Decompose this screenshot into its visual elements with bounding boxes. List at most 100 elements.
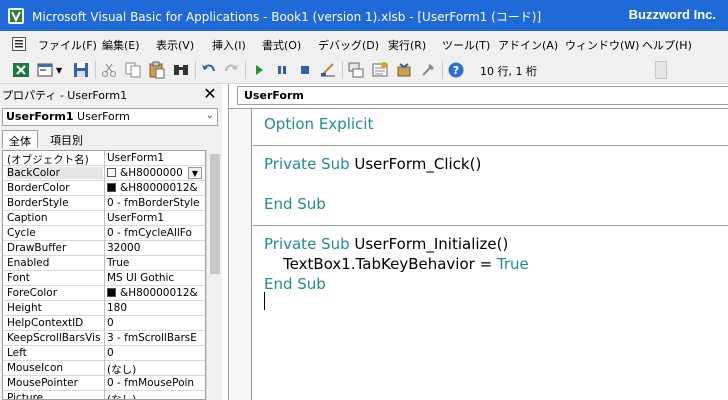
menu-help[interactable]: ヘルプ(H) (642, 37, 692, 53)
menu-tools[interactable]: ツール(T) (442, 37, 490, 53)
property-value[interactable]: 32000 (107, 242, 203, 254)
find-icon[interactable] (172, 61, 190, 79)
code-line[interactable]: TextBox1.TabKeyBehavior = True (264, 255, 529, 273)
column-divider (104, 241, 105, 256)
code-line[interactable]: End Sub (264, 275, 326, 293)
property-row[interactable]: Enabled True (3, 256, 205, 271)
object-combo[interactable]: UserForm (237, 86, 728, 105)
copy-icon[interactable] (124, 61, 142, 79)
toolbar-separator (442, 61, 443, 79)
property-name: MouseIcon (7, 362, 64, 374)
menu-window[interactable]: ウィンドウ(W) (565, 37, 639, 53)
property-value[interactable]: &H80000012& (107, 182, 203, 194)
property-name: MousePointer (7, 377, 78, 389)
toolbox-icon[interactable] (419, 61, 437, 79)
property-row[interactable]: Height 180 (3, 301, 205, 316)
column-divider (104, 256, 105, 271)
property-row[interactable]: DrawBuffer 32000 (3, 241, 205, 256)
property-value[interactable]: 3 - fmScrollBarsE (107, 332, 203, 344)
title-bar[interactable]: Microsoft Visual Basic for Applications … (0, 0, 728, 31)
property-value[interactable]: (なし) (107, 392, 203, 399)
save-icon[interactable] (72, 61, 90, 79)
toolbar-separator (342, 61, 343, 79)
tab-alphabetic[interactable]: 全体 (2, 130, 38, 148)
property-value[interactable]: &H80000012& (107, 287, 203, 299)
code-line[interactable]: Private Sub UserForm_Click() (264, 155, 481, 173)
menu-format[interactable]: 書式(O) (262, 37, 301, 53)
project-explorer-icon[interactable] (347, 61, 365, 79)
reset-icon[interactable] (296, 61, 314, 79)
dropdown-arrow-icon[interactable]: ▼ (188, 167, 202, 179)
undo-icon[interactable] (200, 61, 218, 79)
property-grid-scrollbar[interactable] (206, 150, 222, 400)
column-divider (104, 286, 105, 301)
property-row[interactable]: MouseIcon (なし) (3, 361, 205, 376)
property-row[interactable]: Picture (なし) (3, 391, 205, 399)
menu-insert[interactable]: 挿入(I) (212, 37, 246, 53)
property-row[interactable]: BackColor &H8000000 ▼ (3, 166, 205, 181)
code-line[interactable]: Private Sub UserForm_Initialize() (264, 235, 508, 253)
close-icon[interactable]: ✕ (201, 85, 219, 103)
run-icon[interactable] (250, 61, 268, 79)
properties-icon[interactable] (371, 61, 389, 79)
property-row[interactable]: (オブジェクト名) UserForm1 (3, 151, 205, 166)
code-editor[interactable]: Option Explicit Private Sub UserForm_Clic… (229, 108, 728, 400)
property-value-text: 180 (107, 302, 128, 314)
column-divider (104, 211, 105, 226)
property-name: Font (7, 272, 30, 284)
insert-userform-icon[interactable] (36, 61, 54, 79)
cut-icon[interactable] (100, 61, 118, 79)
property-row[interactable]: Font MS UI Gothic (3, 271, 205, 286)
property-value[interactable]: 0 (107, 347, 203, 359)
menu-view[interactable]: 表示(V) (156, 37, 194, 53)
object-selector[interactable]: UserForm1 UserForm ⌄ (2, 108, 218, 126)
property-row[interactable]: Caption UserForm1 (3, 211, 205, 226)
system-menu-icon[interactable] (12, 37, 26, 51)
property-value[interactable]: 0 - fmMousePoin (107, 377, 203, 389)
property-name: Left (7, 347, 27, 359)
help-icon[interactable]: ? (447, 61, 465, 79)
chevron-down-icon[interactable]: ⌄ (206, 110, 214, 121)
property-value[interactable]: MS UI Gothic (107, 272, 203, 284)
paste-icon[interactable] (148, 61, 166, 79)
toolbar-separator (95, 61, 96, 79)
property-value[interactable]: 180 (107, 302, 203, 314)
column-divider (104, 196, 105, 211)
property-value[interactable]: 0 - fmCycleAllFo (107, 227, 203, 239)
design-mode-icon[interactable] (319, 61, 337, 79)
menu-edit[interactable]: 編集(E) (102, 37, 140, 53)
property-value[interactable]: True (107, 257, 203, 269)
property-value[interactable]: (なし) (107, 362, 203, 377)
menu-file[interactable]: ファイル(F) (38, 37, 97, 53)
property-row[interactable]: ForeColor &H80000012& (3, 286, 205, 301)
redo-icon[interactable] (222, 61, 240, 79)
property-value[interactable]: UserForm1 (107, 212, 203, 224)
property-row[interactable]: MousePointer 0 - fmMousePoin (3, 376, 205, 391)
menu-debug[interactable]: デバッグ(D) (318, 37, 379, 53)
property-row[interactable]: BorderColor &H80000012& (3, 181, 205, 196)
excel-icon[interactable] (12, 61, 30, 79)
object-browser-icon[interactable] (395, 61, 413, 79)
property-row[interactable]: BorderStyle 0 - fmBorderStyle (3, 196, 205, 211)
property-row[interactable]: Cycle 0 - fmCycleAllFo (3, 226, 205, 241)
menu-run[interactable]: 実行(R) (388, 37, 426, 53)
code-line[interactable]: Option Explicit (264, 115, 373, 133)
scrollbar-thumb[interactable] (210, 154, 220, 274)
property-value-text: 0 (107, 317, 114, 329)
code-line[interactable]: End Sub (264, 195, 326, 213)
code-window: UserForm Option Explicit Private Sub User… (228, 84, 728, 400)
property-row[interactable]: Left 0 (3, 346, 205, 361)
property-row[interactable]: KeepScrollBarsVis 3 - fmScrollBarsE (3, 331, 205, 346)
toolbar-overflow-button[interactable] (655, 61, 667, 79)
property-value[interactable]: 0 (107, 317, 203, 329)
property-value[interactable]: UserForm1 (107, 152, 203, 164)
property-row[interactable]: HelpContextID 0 (3, 316, 205, 331)
break-icon[interactable] (273, 61, 291, 79)
menu-addins[interactable]: アドイン(A) (498, 37, 558, 53)
property-value[interactable]: 0 - fmBorderStyle (107, 197, 203, 209)
tab-categorized[interactable]: 項目別 (44, 130, 89, 148)
column-divider (104, 376, 105, 391)
property-value-text: &H80000012& (120, 182, 198, 194)
brand-label: Buzzword Inc. (628, 7, 716, 22)
margin-indicator-bar[interactable] (229, 109, 252, 400)
